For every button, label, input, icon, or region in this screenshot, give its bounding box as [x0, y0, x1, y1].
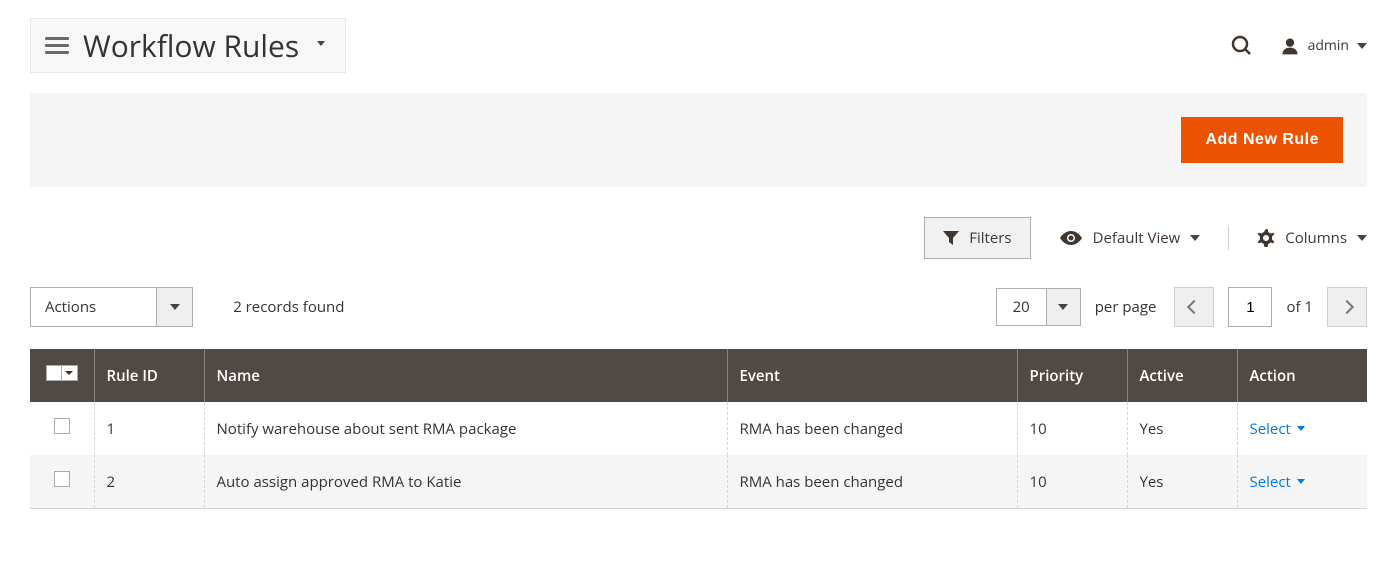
filters-button[interactable]: Filters [924, 217, 1030, 259]
records-found: 2 records found [233, 297, 344, 317]
col-header-priority[interactable]: Priority [1017, 349, 1127, 402]
funnel-icon [943, 231, 959, 245]
user-name: admin [1308, 36, 1349, 55]
default-view-label: Default View [1093, 228, 1181, 248]
col-header-action[interactable]: Action [1237, 349, 1367, 402]
pager-prev-button[interactable] [1174, 287, 1214, 327]
page-title: Workflow Rules [83, 25, 299, 66]
row-action-select[interactable]: Select [1250, 472, 1305, 492]
pager-current-input[interactable] [1228, 287, 1272, 327]
chevron-left-icon [1187, 300, 1201, 314]
col-header-active[interactable]: Active [1127, 349, 1237, 402]
rules-table: Rule ID Name Event Priority Active Actio… [30, 349, 1367, 509]
chevron-down-icon [65, 371, 73, 375]
columns-label: Columns [1285, 228, 1347, 248]
chevron-down-icon [1297, 426, 1305, 431]
per-page-toggle[interactable] [1046, 289, 1080, 325]
search-icon[interactable] [1230, 34, 1254, 58]
chevron-down-icon [1297, 479, 1305, 484]
user-menu[interactable]: admin [1280, 36, 1367, 56]
page-title-group[interactable]: Workflow Rules [30, 18, 346, 73]
chevron-down-icon [170, 304, 180, 310]
cell-active: Yes [1127, 455, 1237, 509]
chevron-down-icon [1058, 304, 1068, 310]
eye-icon [1059, 231, 1083, 245]
cell-active: Yes [1127, 402, 1237, 455]
cell-rule-id: 1 [94, 402, 204, 455]
col-header-rule-id[interactable]: Rule ID [94, 349, 204, 402]
cell-rule-id: 2 [94, 455, 204, 509]
chevron-right-icon [1340, 300, 1354, 314]
cell-event: RMA has been changed [727, 455, 1017, 509]
pager-total: of 1 [1286, 297, 1313, 317]
action-bar: Add New Rule [30, 93, 1367, 187]
chevron-down-icon [1357, 43, 1367, 49]
per-page-label: per page [1095, 297, 1157, 317]
col-header-event[interactable]: Event [727, 349, 1017, 402]
pager-next-button[interactable] [1327, 287, 1367, 327]
mass-actions-select[interactable]: Actions [30, 287, 193, 327]
filters-label: Filters [969, 228, 1011, 248]
add-new-rule-button[interactable]: Add New Rule [1181, 117, 1343, 163]
table-row[interactable]: 1Notify warehouse about sent RMA package… [30, 402, 1367, 455]
columns-button[interactable]: Columns [1257, 228, 1367, 248]
row-checkbox[interactable] [54, 418, 70, 434]
cell-name: Auto assign approved RMA to Katie [204, 455, 727, 509]
cell-priority: 10 [1017, 402, 1127, 455]
user-icon [1280, 36, 1300, 56]
col-header-name[interactable]: Name [204, 349, 727, 402]
table-row[interactable]: 2Auto assign approved RMA to KatieRMA ha… [30, 455, 1367, 509]
gear-icon [1257, 229, 1275, 247]
menu-icon [45, 37, 69, 55]
separator [1228, 226, 1229, 250]
select-all-checkbox[interactable] [46, 365, 62, 381]
col-header-checkbox[interactable] [30, 349, 94, 402]
cell-priority: 10 [1017, 455, 1127, 509]
chevron-down-icon [1357, 235, 1367, 241]
chevron-down-icon [1190, 235, 1200, 241]
cell-event: RMA has been changed [727, 402, 1017, 455]
mass-actions-label: Actions [31, 288, 156, 326]
row-checkbox[interactable] [54, 471, 70, 487]
mass-actions-toggle[interactable] [156, 288, 192, 326]
row-action-select[interactable]: Select [1250, 419, 1305, 439]
per-page-value: 20 [997, 289, 1046, 325]
cell-name: Notify warehouse about sent RMA package [204, 402, 727, 455]
default-view-button[interactable]: Default View [1059, 228, 1201, 248]
per-page-select[interactable]: 20 [996, 288, 1081, 326]
chevron-down-icon [317, 41, 325, 46]
select-all-toggle[interactable] [62, 365, 78, 381]
